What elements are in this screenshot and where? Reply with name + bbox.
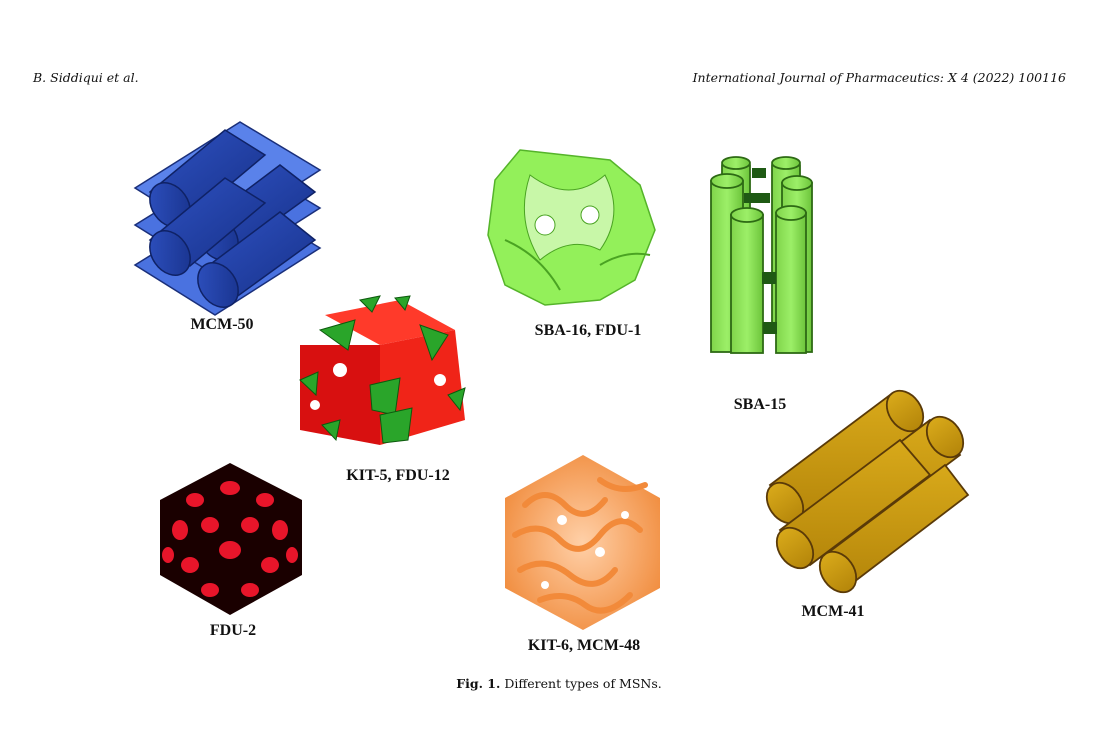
sba15-structure — [710, 156, 813, 354]
mcm41-structure — [765, 389, 970, 594]
label-mcm50: MCM-50 — [190, 316, 254, 333]
label-kit5: KIT-5, FDU-12 — [346, 467, 450, 484]
mcm50-structure — [133, 121, 322, 316]
label-mcm41: MCM-41 — [801, 603, 865, 620]
caption-prefix: Fig. 1. — [456, 676, 501, 691]
sba16-structure — [487, 149, 656, 306]
kit6-structure — [505, 455, 660, 630]
fdu2-structure — [160, 463, 302, 615]
kit5-structure — [299, 295, 466, 445]
figure-caption: Fig. 1. Different types of MSNs. — [0, 676, 1118, 691]
label-sba16: SBA-16, FDU-1 — [534, 322, 642, 339]
caption-text: Different types of MSNs. — [504, 676, 662, 691]
label-fdu2: FDU-2 — [209, 622, 257, 639]
label-sba15: SBA-15 — [733, 396, 787, 413]
label-kit6: KIT-6, MCM-48 — [527, 637, 641, 654]
